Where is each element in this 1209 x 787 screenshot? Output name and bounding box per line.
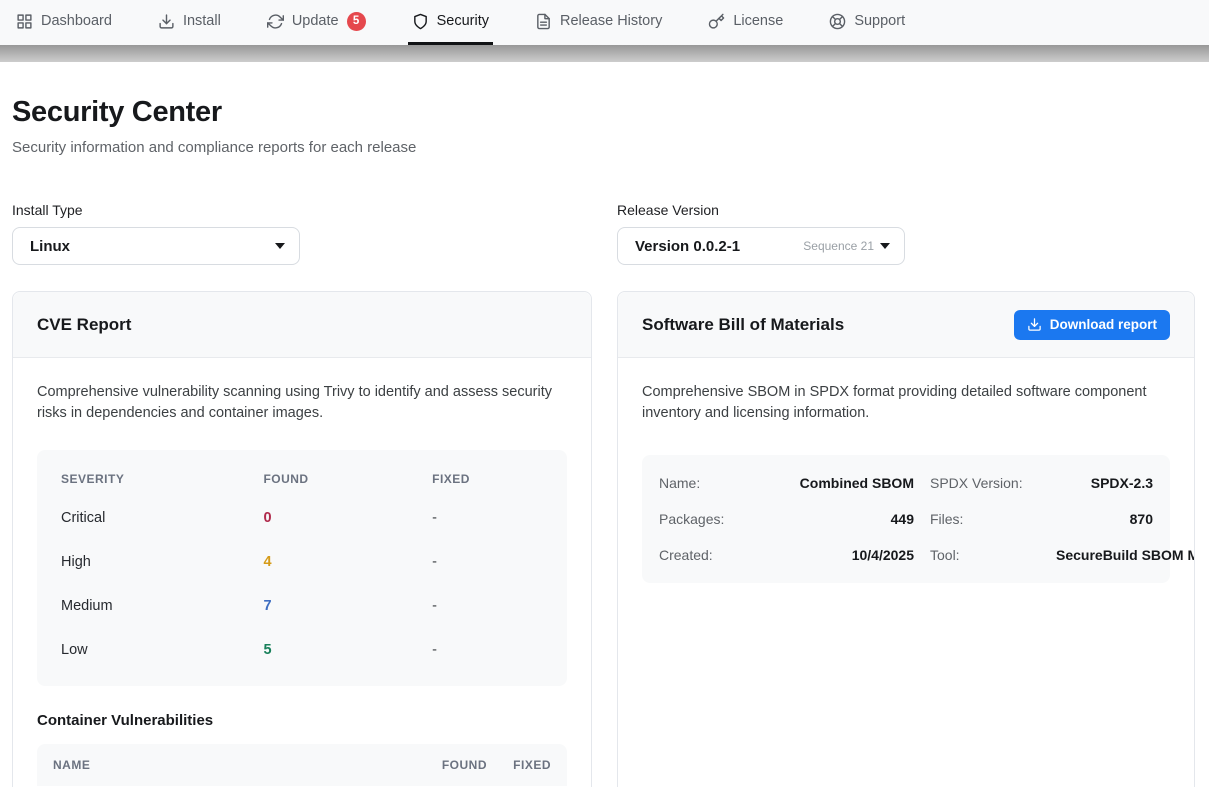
nav-item-dashboard[interactable]: Dashboard bbox=[12, 0, 116, 45]
download-icon bbox=[158, 13, 175, 30]
top-navigation: Dashboard Install Update 5 Security Rele… bbox=[0, 0, 1209, 45]
severity-column-header: Severity bbox=[61, 472, 263, 486]
fixed-column-header: Fixed bbox=[503, 758, 551, 772]
nav-label: Update bbox=[292, 13, 339, 29]
chevron-down-icon bbox=[880, 243, 890, 249]
life-buoy-icon bbox=[829, 13, 846, 30]
severity-row-critical: Critical 0 - bbox=[61, 496, 543, 540]
release-version-value: Version 0.0.2-1 bbox=[635, 238, 803, 255]
sbom-spdx-version-label: SPDX Version: bbox=[930, 475, 1040, 491]
severity-table-header: Severity Found Fixed bbox=[61, 462, 543, 496]
sbom-title: Software Bill of Materials bbox=[642, 315, 844, 335]
sbom-header: Software Bill of Materials Download repo… bbox=[618, 292, 1194, 358]
severity-name: Low bbox=[61, 642, 263, 658]
release-version-select[interactable]: Version 0.0.2-1 Sequence 21 bbox=[617, 227, 905, 265]
sbom-description: Comprehensive SBOM in SPDX format provid… bbox=[642, 382, 1170, 424]
fixed-count: - bbox=[432, 598, 543, 614]
sbom-body: Comprehensive SBOM in SPDX format provid… bbox=[618, 358, 1194, 607]
nav-label: Security bbox=[437, 13, 489, 29]
release-version-filter: Release Version Version 0.0.2-1 Sequence… bbox=[617, 202, 1195, 265]
file-text-icon bbox=[535, 13, 552, 30]
sbom-tool-value: SecureBuild SBOM Merger bbox=[1056, 547, 1195, 563]
sbom-created-label: Created: bbox=[659, 547, 747, 563]
sbom-info-row: Created: 10/4/2025 Tool: SecureBuild SBO… bbox=[659, 537, 1153, 573]
nav-item-support[interactable]: Support bbox=[825, 0, 909, 45]
sbom-created-value: 10/4/2025 bbox=[763, 547, 914, 563]
fixed-count: - bbox=[432, 642, 543, 658]
shield-icon bbox=[412, 13, 429, 30]
cve-report-description: Comprehensive vulnerability scanning usi… bbox=[37, 382, 567, 424]
page-title: Security Center bbox=[12, 96, 1197, 129]
sbom-info-row: Packages: 449 Files: 870 bbox=[659, 501, 1153, 537]
nav-item-install[interactable]: Install bbox=[154, 0, 225, 45]
severity-name: Critical bbox=[61, 510, 263, 526]
release-version-label: Release Version bbox=[617, 202, 1195, 218]
cve-report-card: CVE Report Comprehensive vulnerability s… bbox=[12, 291, 592, 787]
found-count: 4 bbox=[263, 554, 432, 570]
sbom-name-label: Name: bbox=[659, 475, 747, 491]
header-shadow-band bbox=[0, 45, 1209, 62]
page-subtitle: Security information and compliance repo… bbox=[12, 139, 1197, 156]
found-column-header: Found bbox=[263, 472, 432, 486]
fixed-column-header: Fixed bbox=[432, 472, 543, 486]
key-icon bbox=[708, 13, 725, 30]
found-column-header: Found bbox=[427, 758, 487, 772]
sbom-files-label: Files: bbox=[930, 511, 1040, 527]
container-vulnerabilities-title: Container Vulnerabilities bbox=[37, 712, 567, 729]
sbom-tool-label: Tool: bbox=[930, 547, 1040, 563]
nav-item-license[interactable]: License bbox=[704, 0, 787, 45]
name-column-header: Name bbox=[53, 758, 411, 772]
severity-row-high: High 4 - bbox=[61, 540, 543, 584]
grid-icon bbox=[16, 13, 33, 30]
found-count: 7 bbox=[263, 598, 432, 614]
nav-label: Release History bbox=[560, 13, 662, 29]
nav-label: Dashboard bbox=[41, 13, 112, 29]
nav-label: License bbox=[733, 13, 783, 29]
container-vulnerabilities-table-header: Name Found Fixed bbox=[37, 744, 567, 786]
main-content: Security Center Security information and… bbox=[0, 96, 1209, 787]
install-type-filter: Install Type Linux bbox=[12, 202, 592, 265]
cve-report-header: CVE Report bbox=[13, 292, 591, 358]
severity-row-low: Low 5 - bbox=[61, 628, 543, 672]
filters-row: Install Type Linux Release Version Versi… bbox=[12, 202, 1197, 265]
install-type-select[interactable]: Linux bbox=[12, 227, 300, 265]
sbom-card: Software Bill of Materials Download repo… bbox=[617, 291, 1195, 787]
update-count-badge: 5 bbox=[347, 12, 366, 31]
download-icon bbox=[1027, 317, 1042, 332]
severity-name: High bbox=[61, 554, 263, 570]
cards-row: CVE Report Comprehensive vulnerability s… bbox=[12, 291, 1197, 787]
found-count: 0 bbox=[263, 510, 432, 526]
sbom-name-value: Combined SBOM bbox=[763, 475, 914, 491]
download-report-button[interactable]: Download report bbox=[1014, 310, 1170, 340]
cve-report-title: CVE Report bbox=[37, 315, 131, 335]
install-type-label: Install Type bbox=[12, 202, 592, 218]
chevron-down-icon bbox=[275, 243, 285, 249]
fixed-count: - bbox=[432, 510, 543, 526]
sbom-packages-value: 449 bbox=[763, 511, 914, 527]
severity-table: Severity Found Fixed Critical 0 - High 4… bbox=[37, 450, 567, 686]
nav-item-security[interactable]: Security bbox=[408, 0, 493, 45]
download-report-label: Download report bbox=[1050, 317, 1157, 332]
severity-row-medium: Medium 7 - bbox=[61, 584, 543, 628]
nav-item-release-history[interactable]: Release History bbox=[531, 0, 666, 45]
severity-name: Medium bbox=[61, 598, 263, 614]
sbom-files-value: 870 bbox=[1056, 511, 1153, 527]
nav-item-update[interactable]: Update 5 bbox=[263, 0, 370, 45]
sbom-info-row: Name: Combined SBOM SPDX Version: SPDX-2… bbox=[659, 465, 1153, 501]
cve-report-body: Comprehensive vulnerability scanning usi… bbox=[13, 358, 591, 787]
sbom-info-grid: Name: Combined SBOM SPDX Version: SPDX-2… bbox=[642, 455, 1170, 583]
install-type-value: Linux bbox=[30, 238, 275, 255]
found-count: 5 bbox=[263, 642, 432, 658]
refresh-icon bbox=[267, 13, 284, 30]
nav-label: Support bbox=[854, 13, 905, 29]
sbom-spdx-version-value: SPDX-2.3 bbox=[1056, 475, 1153, 491]
fixed-count: - bbox=[432, 554, 543, 570]
sbom-packages-label: Packages: bbox=[659, 511, 747, 527]
nav-label: Install bbox=[183, 13, 221, 29]
release-sequence-meta: Sequence 21 bbox=[803, 239, 874, 253]
